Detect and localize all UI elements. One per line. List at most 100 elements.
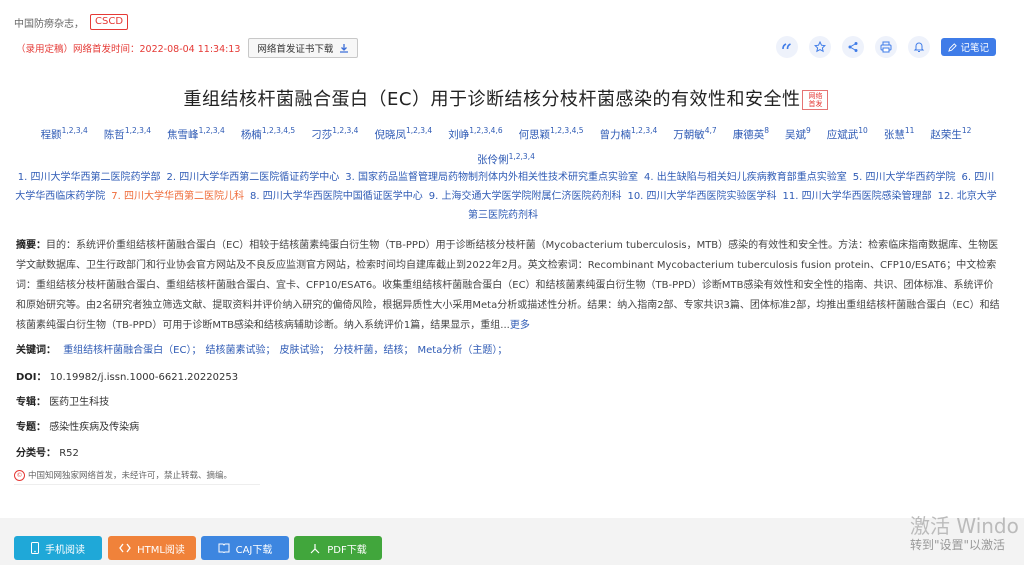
affiliation-link[interactable]: 2. 四川大学华西第二医院循证药学中心: [167, 172, 340, 183]
author-name: 刘峥: [448, 128, 470, 141]
keyword-link[interactable]: 结核菌素试验；: [206, 345, 276, 356]
affiliation-link[interactable]: 4. 出生缺陷与相关妇儿疾病教育部重点实验室: [644, 172, 847, 183]
publish-row: （录用定稿）网络首发时间：2022-08-04 11:34:13 网络首发证书下…: [16, 38, 359, 58]
share-button[interactable]: [842, 36, 865, 58]
author-name: 程颢: [40, 128, 62, 141]
affiliation-link[interactable]: 10. 四川大学华西医院实验医学科: [627, 191, 776, 202]
online-first-badge: 网络首发: [802, 90, 829, 110]
doi-label: DOI：: [16, 372, 47, 383]
print-button[interactable]: [875, 36, 898, 58]
quote-button[interactable]: [776, 36, 799, 58]
author-link[interactable]: 陈哲1,2,3,4: [104, 120, 151, 146]
author-affiliation-ref: 1,2,3,4: [124, 126, 152, 135]
author-link[interactable]: 曾力楠1,2,3,4: [600, 120, 658, 146]
caj-download-button[interactable]: CAJ下载: [201, 536, 289, 560]
author-link[interactable]: 倪晓凤1,2,3,4: [374, 120, 432, 146]
author-link[interactable]: 康德英8: [733, 120, 769, 146]
author-affiliation-ref: 12: [961, 126, 972, 135]
author-link[interactable]: 焦雪峰1,2,3,4: [167, 120, 225, 146]
author-affiliation-ref: 4,7: [704, 126, 717, 135]
author-name: 张慧: [883, 128, 905, 141]
keyword-link[interactable]: Meta分析（主题）；: [418, 345, 508, 356]
topic-row: 专题： 感染性疾病及传染病: [16, 418, 139, 438]
affiliation-list: 1. 四川大学华西第二医院药学部 2. 四川大学华西第二医院循证药学中心 3. 国家…: [14, 168, 998, 225]
pdf-download-button[interactable]: PDF下载: [294, 536, 382, 560]
author-name: 倪晓凤: [374, 128, 406, 141]
author-link[interactable]: 何思颖1,2,3,4,5: [519, 120, 584, 146]
html-read-button[interactable]: HTML阅读: [108, 536, 196, 560]
notice-text: 中国知网独家网络首发，未经许可，禁止转载、摘编。: [28, 471, 233, 481]
author-link[interactable]: 杨楠1,2,3,4,5: [241, 120, 295, 146]
article-toolbar: 记笔记: [776, 36, 996, 58]
author-link[interactable]: 万朝敏4,7: [673, 120, 716, 146]
keywords-label: 关键词：: [16, 345, 56, 356]
author-affiliation-ref: 1,2,3,4,5: [261, 126, 296, 135]
author-name: 何思颖: [518, 128, 551, 141]
phone-icon: [31, 542, 39, 554]
pdf-download-label: PDF下载: [327, 544, 367, 556]
keyword-link[interactable]: 分枝杆菌，结核；: [334, 345, 414, 356]
classno-label: 分类号：: [16, 448, 56, 459]
author-affiliation-ref: 1,2,3,4,6: [469, 126, 503, 135]
author-affiliation-ref: 1,2,3,4: [405, 126, 433, 135]
note-button-label: 记笔记: [960, 43, 989, 54]
abstract-row: 摘要：目的：系统评价重组结核杆菌融合蛋白（EC）相较于结核菌素纯蛋白衍生物（TB…: [16, 236, 1000, 336]
topic-value[interactable]: 感染性疾病及传染病: [49, 422, 139, 433]
keyword-link[interactable]: 皮肤试验；: [280, 345, 330, 356]
author-name: 万朝敏: [673, 128, 705, 141]
article-title: 重组结核杆菌融合蛋白（EC）用于诊断结核分枝杆菌感染的有效性和安全性 网络首发: [0, 85, 1012, 111]
copyright-icon: ©: [14, 469, 25, 481]
author-affiliation-ref: 1,2,3,4: [631, 126, 658, 135]
pencil-icon: [948, 42, 958, 52]
cscd-badge: CSCD: [90, 14, 129, 30]
keyword-link[interactable]: 重组结核杆菌融合蛋白（EC）；: [63, 345, 201, 356]
author-link[interactable]: 程颢1,2,3,4: [41, 120, 88, 146]
alert-button[interactable]: [908, 36, 931, 58]
affiliation-link[interactable]: 3. 国家药品监督管理局药物制剂体内外相关性技术研究重点实验室: [345, 172, 638, 183]
classno-row: 分类号： R52: [16, 444, 79, 464]
quote-icon: [782, 43, 792, 50]
affiliation-link[interactable]: 8. 四川大学华西医院中国循证医学中心: [250, 191, 423, 202]
album-row: 专辑： 医药卫生科技: [16, 393, 109, 413]
author-link[interactable]: 刘峥1,2,3,4,6: [448, 120, 502, 146]
cert-download-button[interactable]: 网络首发证书下载: [248, 38, 359, 58]
journal-name[interactable]: 中国防痨杂志，: [14, 15, 84, 30]
affiliation-link[interactable]: 7. 四川大学华西第二医院儿科: [111, 191, 244, 202]
author-affiliation-ref: 1,2,3,4: [332, 126, 359, 135]
author-name: 吴斌: [785, 128, 806, 141]
author-affiliation-ref: 10: [858, 126, 868, 135]
title-text: 重组结核杆菌融合蛋白（EC）用于诊断结核分枝杆菌感染的有效性和安全性: [183, 89, 801, 110]
favorite-button[interactable]: [809, 36, 832, 58]
author-affiliation-ref: 1,2,3,4: [508, 151, 535, 161]
journal-info: 中国防痨杂志， CSCD: [14, 14, 129, 30]
author-link[interactable]: 张慧11: [884, 120, 915, 146]
note-button[interactable]: 记笔记: [941, 38, 996, 56]
author-name: 陈哲: [103, 128, 125, 141]
keywords-row: 关键词： 重组结核杆菌融合蛋白（EC）； 结核菌素试验； 皮肤试验； 分枝杆菌，结核；…: [16, 341, 507, 361]
classno-value: R52: [59, 448, 79, 459]
code-icon: [119, 543, 131, 553]
download-icon: [340, 44, 349, 53]
album-value[interactable]: 医药卫生科技: [49, 397, 109, 408]
publish-time: （录用定稿）网络首发时间：2022-08-04 11:34:13: [16, 44, 241, 55]
author-link[interactable]: 赵荣生12: [930, 120, 971, 146]
author-link[interactable]: 刁莎1,2,3,4: [311, 120, 358, 146]
author-name: 杨楠: [240, 128, 262, 141]
mobile-read-button[interactable]: 手机阅读: [14, 536, 102, 560]
affiliation-link[interactable]: 5. 四川大学华西药学院: [853, 172, 956, 183]
star-icon: [814, 41, 827, 53]
author-name: 刁莎: [311, 128, 333, 141]
abstract-text: 目的：系统评价重组结核杆菌融合蛋白（EC）相较于结核菌素纯蛋白衍生物（TB-PP…: [16, 240, 1000, 331]
pdf-icon: [310, 543, 320, 553]
affiliation-link[interactable]: 1. 四川大学华西第二医院药学部: [18, 172, 161, 183]
author-link[interactable]: 应斌武10: [827, 120, 868, 146]
affiliation-link[interactable]: 9. 上海交通大学医学院附属仁济医院药剂科: [429, 191, 622, 202]
abstract-more-link[interactable]: 更多: [510, 320, 530, 331]
affiliation-link[interactable]: 11. 四川大学华西医院感染管理部: [783, 191, 932, 202]
author-affiliation-ref: 1,2,3,4: [61, 126, 88, 135]
album-label: 专辑：: [16, 397, 46, 408]
activation-watermark-text: 转到"设置"以激活: [910, 538, 1006, 552]
author-affiliation-ref: 8: [764, 126, 769, 135]
author-link[interactable]: 吴斌9: [785, 120, 811, 146]
html-read-label: HTML阅读: [137, 544, 185, 556]
